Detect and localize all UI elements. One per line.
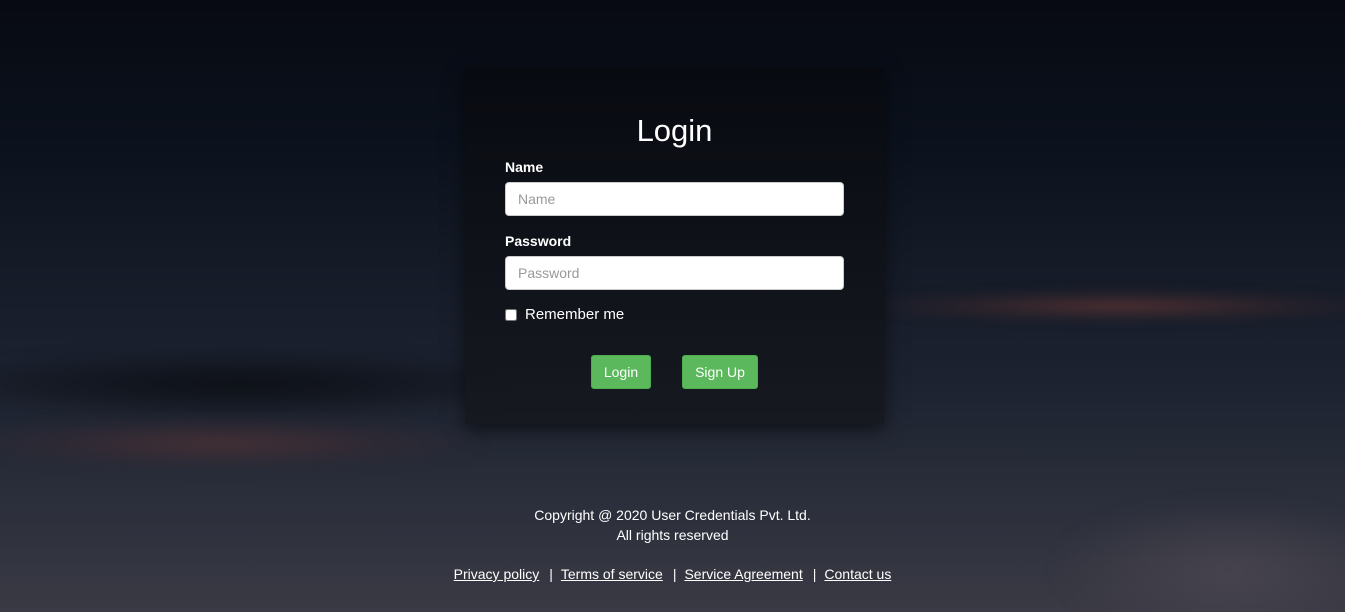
remember-me-row: Remember me: [505, 306, 624, 324]
remember-me-label[interactable]: Remember me: [525, 306, 624, 324]
login-page: Login Name Password Remember me Login Si…: [0, 0, 1345, 612]
footer-separator: |: [812, 566, 817, 582]
name-label: Name: [505, 159, 544, 175]
remember-me-checkbox[interactable]: [505, 309, 517, 321]
signup-button[interactable]: Sign Up: [682, 355, 758, 389]
contact-us-link[interactable]: Contact us: [824, 566, 891, 582]
background-shadow: [0, 355, 520, 415]
rights-text: All rights reserved: [616, 527, 729, 543]
password-input[interactable]: [505, 256, 844, 290]
password-label: Password: [505, 233, 572, 249]
name-input[interactable]: [505, 182, 844, 216]
privacy-policy-link[interactable]: Privacy policy: [454, 566, 540, 582]
login-button[interactable]: Login: [591, 355, 651, 389]
background-light-streak: [860, 292, 1345, 320]
footer-links: Privacy policy | Terms of service | Service …: [0, 565, 1345, 583]
service-agreement-link[interactable]: Service Agreement: [684, 566, 802, 582]
copyright-text: Copyright @ 2020 User Credentials Pvt. L…: [534, 507, 811, 523]
footer-separator: |: [549, 566, 553, 582]
footer-separator: |: [672, 566, 677, 582]
background-light-streak-left: [0, 420, 480, 466]
terms-of-service-link[interactable]: Terms of service: [561, 566, 663, 582]
login-card: Login Name Password Remember me Login Si…: [465, 68, 884, 424]
login-title: Login: [636, 113, 713, 148]
footer-copyright: Copyright @ 2020 User Credentials Pvt. L…: [0, 505, 1345, 545]
